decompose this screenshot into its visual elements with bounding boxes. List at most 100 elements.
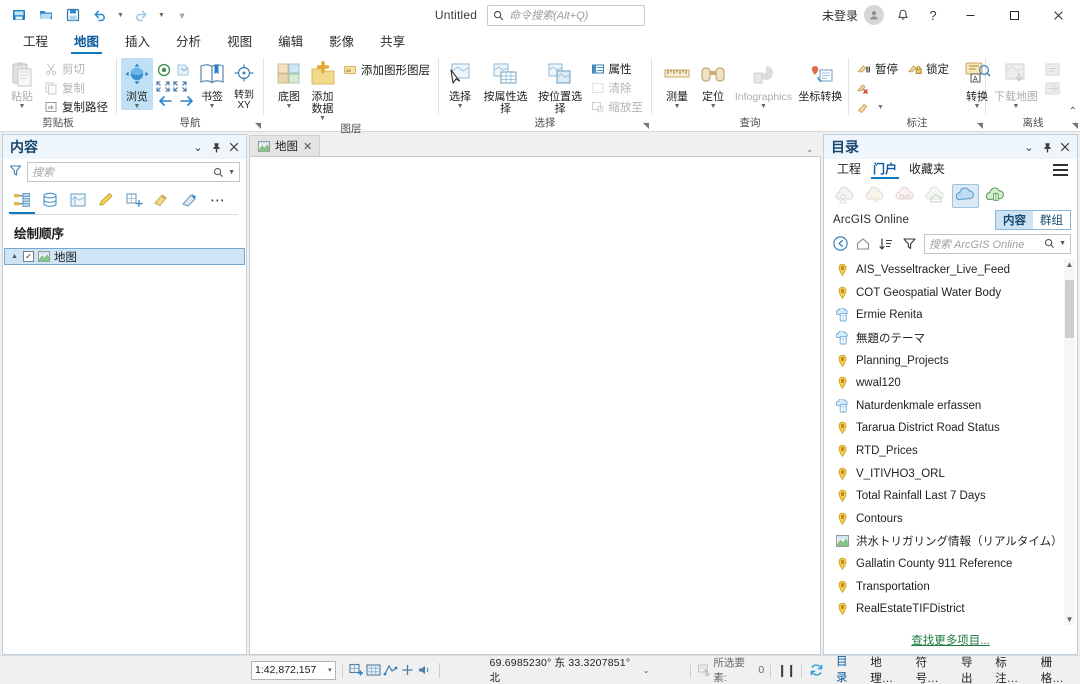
close-icon[interactable] [1057,139,1073,155]
living-atlas-icon[interactable] [982,184,1009,208]
contents-tree-item-map[interactable]: ▲ ✓ 地图 [4,248,245,265]
catalog-list-item[interactable]: Tararua District Road Status [824,417,1077,440]
ribbon-tab-view[interactable]: 视图 [214,31,265,54]
help-button[interactable]: ? [918,2,948,28]
basemap-dropdown-icon[interactable]: ▼ [286,103,293,110]
bottom-tab-raster[interactable]: 栅格… [1035,654,1080,684]
transform-icon[interactable] [382,661,399,679]
catalog-list-item[interactable]: wwal120 [824,372,1077,395]
catalog-list-item[interactable]: COT Geospatial Water Body [824,282,1077,305]
copy-path-button[interactable]: ab 复制路径 [42,98,112,116]
paste-button[interactable]: 粘贴 ▼ [4,58,40,110]
list-by-labeling-icon[interactable] [151,189,173,211]
ribbon-tab-analysis[interactable]: 分析 [163,31,214,54]
catalog-list-item[interactable]: Planning_Projects [824,349,1077,372]
my-content-icon[interactable] [832,184,859,208]
sign-in-status[interactable]: 未登录 [822,7,858,24]
undo-dropdown-icon[interactable]: ▼ [114,3,127,27]
bottom-tab-labeling[interactable]: 标注… [989,654,1034,684]
bottom-tab-export[interactable]: 导出 [955,654,989,684]
paste-dropdown-icon[interactable]: ▼ [19,103,26,110]
save-as-icon[interactable] [60,3,86,27]
select-by-location-button[interactable]: 按位置选择 [534,58,587,115]
add-point-icon[interactable] [399,661,416,679]
select-dropdown-icon[interactable]: ▼ [457,103,464,110]
catalog-tab-portal[interactable]: 门户 [867,160,903,180]
explore-dropdown-icon[interactable]: ▼ [134,103,141,110]
sync-replica-button[interactable] [1042,60,1065,78]
bottom-tab-catalog[interactable]: 目录 [830,653,864,684]
navigate-dialog-launcher-icon[interactable]: ◥ [255,118,261,133]
catalog-list-item[interactable]: RTD_Prices [824,440,1077,463]
my-organization-icon[interactable] [922,184,949,208]
lock-labels-button[interactable]: 锁定 [906,60,953,78]
full-extent-icon[interactable] [155,61,173,79]
bottom-tab-geoprocessing[interactable]: 地理… [864,654,909,684]
expand-triangle-icon[interactable]: ▲ [11,253,19,260]
arcgis-online-icon[interactable] [952,183,979,208]
customize-qat-icon[interactable]: ⩔ [169,3,195,27]
toggle-groups[interactable]: 群组 [1033,211,1070,229]
catalog-list-item[interactable]: Contours [824,508,1077,531]
locate-dropdown-icon[interactable]: ▼ [710,103,717,110]
coordinate-conversion-button[interactable]: 坐标转换 [797,58,844,103]
map-canvas[interactable] [249,156,821,655]
map-tab-close-icon[interactable]: ✕ [303,140,312,153]
menu-chevron-icon[interactable]: ⌄ [1021,139,1037,155]
close-button[interactable] [1036,0,1080,30]
map-tabs-overflow-icon[interactable]: ⌄ [806,145,821,156]
label-style-dropdown-icon[interactable]: ▼ [877,104,884,111]
scroll-up-icon[interactable]: ▲ [1066,259,1074,270]
home-icon[interactable] [853,234,873,253]
pause-drawing-button[interactable]: ❙❙ [777,663,796,677]
explore-button[interactable]: 浏览 ▼ [121,58,153,110]
scrollbar-thumb[interactable] [1065,280,1074,338]
list-by-data-source-icon[interactable] [39,189,61,211]
catalog-tab-favorites[interactable]: 收藏夹 [903,160,951,180]
catalog-list-item[interactable]: Naturdenkmale erfassen [824,395,1077,418]
add-data-button[interactable]: 添加数据 ▼ [306,58,339,122]
manage-replica-button[interactable] [1042,79,1065,97]
catalog-list-item[interactable]: Total Rainfall Last 7 Days [824,485,1077,508]
close-icon[interactable] [226,139,242,155]
catalog-scrollbar[interactable]: ▲ ▼ [1064,259,1075,625]
infographics-button[interactable]: Infographics ▼ [732,58,794,110]
catalog-list-item[interactable]: V_ITIVHO3_ORL [824,462,1077,485]
list-by-snapping-icon[interactable] [123,189,145,211]
scrollbar-track[interactable] [1064,270,1075,614]
insert-scale-icon[interactable] [349,661,366,679]
maximize-button[interactable] [992,0,1036,30]
audio-icon[interactable] [416,661,433,679]
add-graphics-layer-button[interactable]: ab 添加图形图层 [341,61,434,79]
download-map-button[interactable]: 下载地图 ▼ [992,58,1040,110]
catalog-list-item[interactable]: 洪水トリガリング情報（リアルタイム） [824,530,1077,553]
fixed-zoom-in-icon[interactable] [175,61,193,79]
zoom-to-selection-button[interactable]: 缩放至 [589,98,648,116]
save-project-icon[interactable] [6,3,32,27]
download-map-dropdown-icon[interactable]: ▼ [1013,103,1020,110]
refresh-icon[interactable] [808,661,825,679]
previous-extent-icon[interactable] [157,94,174,111]
redo-icon[interactable] [128,3,154,27]
locate-button[interactable]: 定位 ▼ [696,58,730,110]
clear-selection-button[interactable]: 清除 [589,79,648,97]
select-by-attributes-button[interactable]: 按属性选择 [479,58,532,115]
measure-dropdown-icon[interactable]: ▼ [674,103,681,110]
map-tab[interactable]: 地图 ✕ [249,135,321,156]
catalog-list-item[interactable]: Ermie Renita [824,304,1077,327]
basemap-button[interactable]: 底图 ▼ [274,58,304,110]
list-by-selection-icon[interactable] [67,189,89,211]
ribbon-tab-insert[interactable]: 插入 [112,31,163,54]
map-scale-dropdown-icon[interactable]: ▾ [328,666,332,674]
convert-labels-dropdown-icon[interactable]: ▼ [974,103,981,110]
avatar[interactable] [864,5,884,25]
labeling-dialog-launcher-icon[interactable]: ◥ [977,118,983,133]
measure-button[interactable]: 测量 ▼ [660,58,694,110]
filter-icon[interactable] [9,164,22,180]
filter-icon[interactable] [899,234,919,253]
coordinates-dropdown-icon[interactable]: ⌄ [643,666,650,675]
cut-button[interactable]: 剪切 [42,60,112,78]
select-dialog-launcher-icon[interactable]: ◥ [643,118,649,133]
catalog-item-list[interactable]: AIS_Vesseltracker_Live_Feed COT Geospatia… [824,257,1077,627]
toggle-content[interactable]: 内容 [996,210,1033,229]
